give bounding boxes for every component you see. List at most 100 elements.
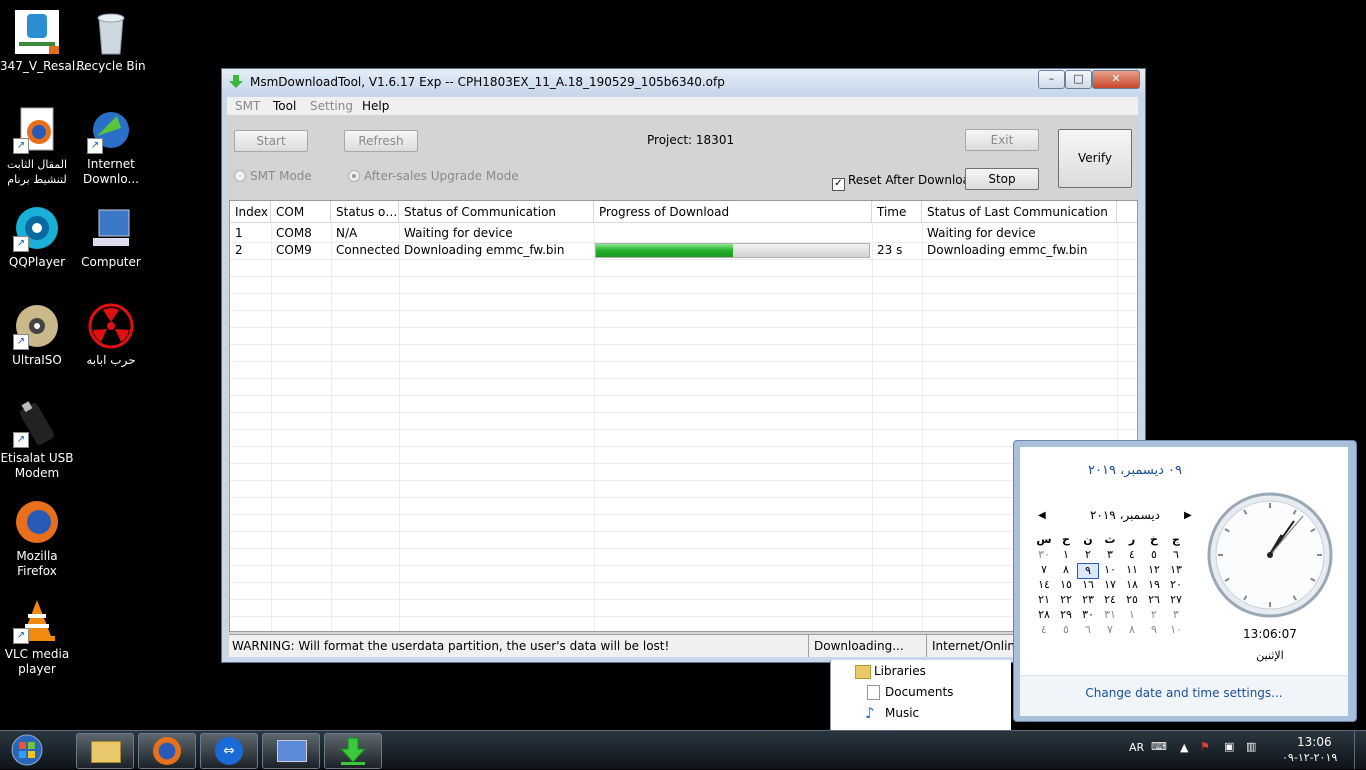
full-date-link[interactable]: ٠٩ ديسمبر، ٢٠١٩: [1020, 463, 1250, 478]
keyboard-icon[interactable]: ⌨: [1151, 740, 1167, 753]
icon-radiation-folder[interactable]: حرب ابابه: [74, 302, 148, 368]
calendar-day[interactable]: ٢١: [1033, 593, 1055, 607]
calendar-day[interactable]: ٩: [1077, 563, 1099, 579]
calendar-day[interactable]: ٢٥: [1121, 593, 1143, 607]
icon-recycle-bin[interactable]: Recycle Bin: [74, 8, 148, 74]
prev-month-arrow-icon[interactable]: ◀: [1038, 510, 1046, 521]
nav-libraries[interactable]: Libraries: [874, 664, 926, 678]
calendar-day[interactable]: ٣: [1165, 608, 1187, 622]
change-date-time-link[interactable]: Change date and time settings...: [1085, 686, 1282, 700]
calendar-day[interactable]: ٢٧: [1165, 593, 1187, 607]
title-bar[interactable]: MsmDownloadTool, V1.6.17 Exp -- CPH1803E…: [222, 69, 1145, 95]
menu-tool[interactable]: Tool: [273, 99, 296, 113]
calendar-day[interactable]: ٧: [1099, 623, 1121, 637]
calendar-day[interactable]: ١: [1055, 548, 1077, 562]
start-button[interactable]: [6, 733, 48, 767]
refresh-button[interactable]: Refresh: [344, 130, 418, 152]
taskbar-teamviewer[interactable]: ⇔: [200, 733, 258, 769]
nav-documents[interactable]: Documents: [885, 685, 953, 699]
verify-button[interactable]: Verify: [1058, 129, 1132, 188]
calendar-day[interactable]: ٢٩: [1055, 608, 1077, 622]
clock-time[interactable]: 13:06: [1297, 735, 1332, 749]
flag-icon[interactable]: ⚑: [1200, 740, 1210, 753]
taskbar-firefox[interactable]: [138, 733, 196, 769]
calendar-day[interactable]: ١٤: [1033, 578, 1055, 592]
menu-setting[interactable]: Setting: [310, 99, 353, 113]
header-progress[interactable]: Progress of Download: [594, 201, 872, 223]
calendar-day[interactable]: ٢٦: [1143, 593, 1165, 607]
icon-etisalat-modem[interactable]: ↗ Etisalat USB Modem: [0, 400, 74, 481]
maximize-button[interactable]: □: [1065, 70, 1092, 89]
calendar-day[interactable]: ٦: [1165, 548, 1187, 562]
icon-qqplayer[interactable]: ↗ QQPlayer: [0, 204, 74, 270]
stop-button[interactable]: Stop: [965, 168, 1039, 190]
header-index[interactable]: Index: [230, 201, 271, 223]
minimize-button[interactable]: –: [1038, 70, 1065, 89]
header-status-comm[interactable]: Status of Communication: [399, 201, 594, 223]
calendar-day[interactable]: ٣: [1099, 548, 1121, 562]
calendar-day[interactable]: ٢٣: [1077, 593, 1099, 607]
calendar-day[interactable]: ٤: [1121, 548, 1143, 562]
calendar-day[interactable]: ١٠: [1165, 623, 1187, 637]
header-time[interactable]: Time: [872, 201, 922, 223]
calendar-day[interactable]: ٤: [1033, 623, 1055, 637]
calendar-day[interactable]: ١٦: [1077, 578, 1099, 592]
usb-device-icon[interactable]: ▣: [1224, 740, 1234, 753]
calendar-day[interactable]: ١٥: [1055, 578, 1077, 592]
show-desktop-button[interactable]: [1354, 731, 1366, 769]
calendar-day[interactable]: ٢٨: [1033, 608, 1055, 622]
reset-after-download-checkbox[interactable]: ✓ Reset After Download: [832, 173, 978, 191]
calendar-day[interactable]: ٢٢: [1055, 593, 1077, 607]
calendar-day[interactable]: ٥: [1055, 623, 1077, 637]
taskbar-explorer[interactable]: [76, 733, 134, 769]
exit-button[interactable]: Exit: [965, 129, 1039, 151]
network-icon[interactable]: ▥: [1246, 740, 1256, 753]
language-indicator[interactable]: AR: [1129, 741, 1144, 754]
icon-computer[interactable]: Computer: [74, 204, 148, 270]
table-row[interactable]: 1 COM8 N/A Waiting for device Waiting fo…: [230, 225, 1137, 242]
calendar-day[interactable]: ٥: [1143, 548, 1165, 562]
calendar-day[interactable]: ٢: [1077, 548, 1099, 562]
calendar-day[interactable]: ٣٠: [1077, 608, 1099, 622]
calendar-day[interactable]: ٨: [1055, 563, 1077, 577]
calendar-day[interactable]: ١: [1121, 608, 1143, 622]
calendar-day[interactable]: ١٣: [1165, 563, 1187, 577]
clock-date[interactable]: ٢٠١٩-١٢-٠٩: [1282, 751, 1337, 764]
calendar-day[interactable]: ٢٠: [1165, 578, 1187, 592]
after-sales-mode-radio[interactable]: After-sales Upgrade Mode: [348, 169, 519, 183]
smt-mode-radio[interactable]: SMT Mode: [234, 169, 312, 183]
calendar-day[interactable]: ١٩: [1143, 578, 1165, 592]
calendar-day[interactable]: ٧: [1033, 563, 1055, 577]
close-button[interactable]: ✕: [1092, 70, 1140, 89]
header-status[interactable]: Status of...: [331, 201, 399, 223]
calendar-day[interactable]: ٦: [1077, 623, 1099, 637]
icon-vlc[interactable]: ↗ VLC media player: [0, 596, 74, 677]
icon-347-v-resal[interactable]: 347_V_Resal...: [0, 8, 87, 74]
menu-help[interactable]: Help: [362, 99, 389, 113]
header-last-comm[interactable]: Status of Last Communication: [922, 201, 1117, 223]
icon-ultraiso[interactable]: ↗ UltraISO: [0, 302, 74, 368]
start-button[interactable]: Start: [234, 130, 308, 152]
month-year-label[interactable]: ديسمبر، ٢٠١٩: [1060, 508, 1190, 522]
calendar-day[interactable]: ١٨: [1121, 578, 1143, 592]
calendar-day[interactable]: ٩: [1143, 623, 1165, 637]
taskbar-msm-tool[interactable]: [324, 733, 382, 769]
icon-firefox-shortcut[interactable]: ↗ المقال الثابت لتنشيط برنام: [0, 106, 74, 187]
taskbar-remote-desktop[interactable]: [262, 733, 320, 769]
table-row[interactable]: 2 COM9 Connected Downloading emmc_fw.bin…: [230, 242, 1137, 259]
show-hidden-icons-icon[interactable]: ▲: [1180, 741, 1188, 754]
calendar-day[interactable]: ٨: [1121, 623, 1143, 637]
icon-internet-download-manager[interactable]: ↗ Internet Downlo...: [74, 106, 148, 187]
calendar-day[interactable]: ٣١: [1099, 608, 1121, 622]
calendar-day[interactable]: ١٠: [1099, 563, 1121, 577]
menu-smt[interactable]: SMT: [235, 99, 260, 113]
calendar-day[interactable]: ٢٤: [1099, 593, 1121, 607]
calendar-day[interactable]: ١١: [1121, 563, 1143, 577]
calendar-day[interactable]: ٢: [1143, 608, 1165, 622]
calendar-day[interactable]: ٣٠: [1033, 548, 1055, 562]
icon-mozilla-firefox[interactable]: Mozilla Firefox: [0, 498, 74, 579]
calendar-day[interactable]: ١٧: [1099, 578, 1121, 592]
nav-music[interactable]: Music: [885, 706, 919, 720]
calendar-day[interactable]: ١٢: [1143, 563, 1165, 577]
header-com[interactable]: COM: [271, 201, 331, 223]
